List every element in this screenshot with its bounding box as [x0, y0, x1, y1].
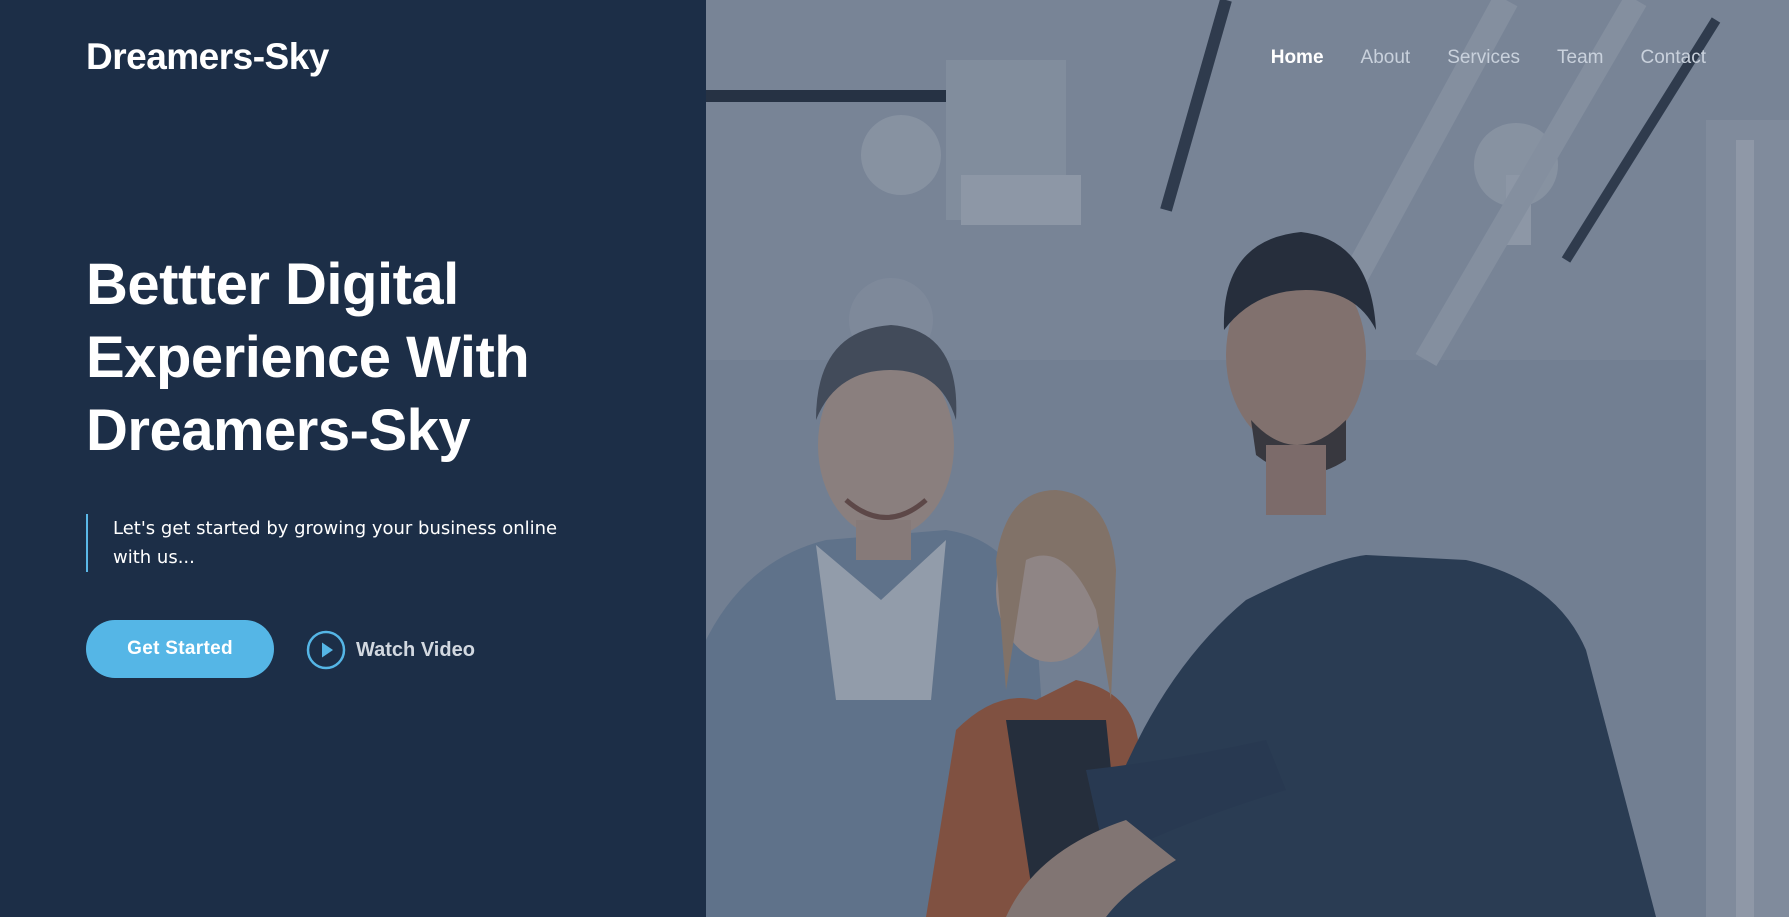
hero-headline: Bettter Digital Experience With Dreamers…	[86, 248, 646, 467]
watch-video-link[interactable]: Watch Video	[306, 630, 475, 670]
hero-text-panel: Dreamers-Sky Bettter Digital Experience …	[0, 0, 706, 917]
hero-image	[706, 0, 1789, 917]
watch-video-label: Watch Video	[356, 638, 475, 661]
play-circle-icon[interactable]	[306, 630, 346, 670]
nav-item-about[interactable]: About	[1361, 47, 1411, 69]
tagline-block: Let's get started by growing your busine…	[86, 514, 596, 572]
get-started-button[interactable]: Get Started	[86, 620, 274, 678]
brand-logo[interactable]: Dreamers-Sky	[86, 36, 329, 78]
nav-item-home[interactable]: Home	[1271, 47, 1324, 69]
headline-line-2: Experience With	[86, 325, 530, 390]
main-nav: Home About Services Team Contact	[1234, 47, 1706, 69]
headline-line-1: Bettter Digital	[86, 252, 459, 317]
nav-item-team[interactable]: Team	[1557, 47, 1603, 69]
headline-line-3: Dreamers-Sky	[86, 398, 471, 463]
hero-image-overlay	[706, 0, 1789, 917]
nav-item-contact[interactable]: Contact	[1641, 47, 1706, 69]
nav-item-services[interactable]: Services	[1447, 47, 1520, 69]
hero-tagline: Let's get started by growing your busine…	[113, 518, 558, 568]
landing-page: Dreamers-Sky Bettter Digital Experience …	[0, 0, 1789, 917]
